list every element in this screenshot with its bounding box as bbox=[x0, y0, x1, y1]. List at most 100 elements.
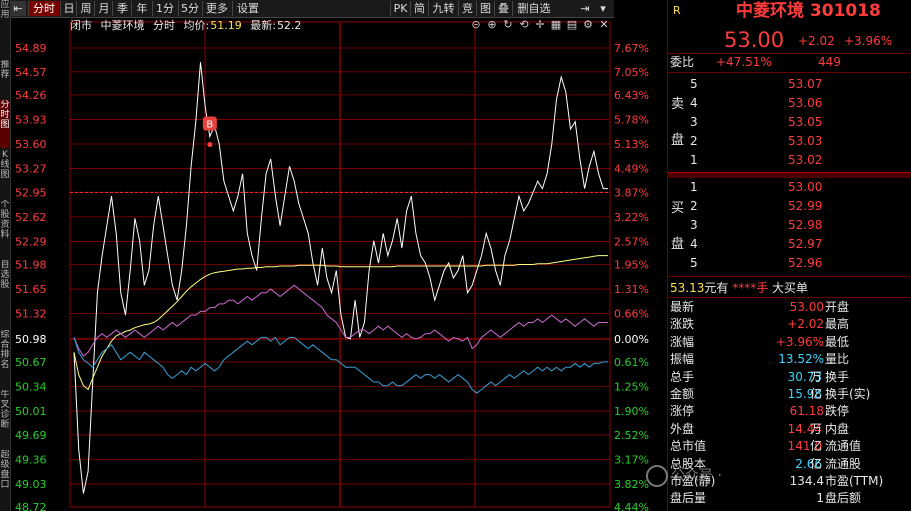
toggle-icon[interactable]: ⊝ bbox=[470, 19, 482, 31]
stat-label-right: 最低 bbox=[825, 334, 850, 349]
big-order-unit: 元有 bbox=[704, 281, 729, 295]
sell-levels-price[interactable]: 53.07 bbox=[788, 75, 822, 93]
zoom-in-icon[interactable]: ⊕ bbox=[486, 19, 498, 31]
market-flag: R bbox=[673, 4, 681, 17]
period-tab-1[interactable]: 日 bbox=[60, 1, 77, 16]
buy-levels-price[interactable]: 52.98 bbox=[788, 216, 822, 234]
buy-marker-label: B bbox=[206, 120, 213, 131]
market-status: 闭市 bbox=[70, 19, 92, 32]
chart-info-bar: 闭市 中菱环境 分时 均价:51.19 最新:52.2 bbox=[70, 18, 306, 34]
y-tick-right: 3.82% bbox=[614, 478, 649, 491]
weibi-value: +47.51% bbox=[716, 55, 772, 69]
y-tick-left: 50.01 bbox=[15, 405, 47, 418]
sell-label-2: 盘 bbox=[671, 133, 685, 148]
y-tick-left: 53.60 bbox=[15, 138, 47, 151]
y-tick-left: 50.67 bbox=[15, 356, 47, 369]
sell-levels-price[interactable]: 53.05 bbox=[788, 113, 822, 131]
period-tab-9[interactable]: 设置 bbox=[232, 1, 263, 16]
period-tab-3[interactable]: 月 bbox=[94, 1, 113, 16]
crosshair-icon[interactable]: ✛ bbox=[534, 19, 546, 31]
tool-button-3[interactable]: 竞 bbox=[458, 1, 476, 16]
period-tab-6[interactable]: 1分 bbox=[152, 1, 177, 16]
tool-button-4[interactable]: 图 bbox=[476, 1, 494, 16]
sidebar-tab-7[interactable]: 牛叉诊断 bbox=[0, 390, 10, 448]
stat-unit: 万 bbox=[810, 369, 823, 384]
stat-label-right: 量比 bbox=[825, 352, 850, 367]
y-tick-left: 52.62 bbox=[15, 211, 47, 224]
last-page-icon[interactable]: ⇥ bbox=[576, 1, 594, 16]
weibi-label: 委比 bbox=[670, 55, 695, 69]
tool-button-6[interactable]: 删自选 bbox=[512, 1, 555, 16]
sell-levels-price[interactable]: 53.03 bbox=[788, 132, 822, 150]
layout-icon[interactable]: ▤ bbox=[566, 19, 578, 31]
tool-button-5[interactable]: 叠 bbox=[494, 1, 512, 16]
sell-levels-price[interactable]: 53.02 bbox=[788, 151, 822, 169]
sell-levels-num: 2 bbox=[690, 134, 698, 148]
quote-price: 53.00 bbox=[724, 28, 785, 52]
tool-button-0[interactable]: PK bbox=[390, 1, 410, 16]
y-tick-right: 0.66% bbox=[614, 308, 649, 321]
stat-label: 涨跌 bbox=[670, 317, 695, 332]
sidebar-tab-0[interactable]: 应用 bbox=[0, 0, 10, 58]
index-line-blue bbox=[73, 336, 608, 394]
vertical-tab-strip: 应用 推荐分时图 K线图个股资料自选股综合排名牛叉诊断超级盘口 bbox=[0, 0, 11, 511]
period-tab-8[interactable]: 更多 bbox=[202, 1, 231, 16]
period-tab-0[interactable]: 分时 bbox=[28, 1, 59, 16]
y-tick-left: 49.36 bbox=[15, 453, 47, 466]
y-tick-right: 3.17% bbox=[614, 453, 649, 466]
settings-icon[interactable]: ⚙ bbox=[582, 19, 594, 31]
quote-change: +2.02 bbox=[798, 34, 835, 48]
grid-icon[interactable]: ▦ bbox=[550, 19, 562, 31]
stat-value: 134.4 bbox=[789, 474, 824, 488]
period-tab-7[interactable]: 5分 bbox=[178, 1, 201, 16]
big-order-qty: ****手 bbox=[732, 281, 769, 295]
period-tab-4[interactable]: 季 bbox=[112, 1, 132, 16]
back-arrow-icon[interactable]: ⇤ bbox=[10, 1, 26, 16]
sell-levels-num: 3 bbox=[690, 115, 698, 129]
sidebar-tab-2[interactable]: 分时图 bbox=[0, 100, 10, 148]
y-tick-left: 49.69 bbox=[15, 429, 47, 442]
tool-button-1[interactable]: 简 bbox=[410, 1, 428, 16]
y-tick-left: 50.34 bbox=[15, 380, 47, 393]
buy-levels-price[interactable]: 52.99 bbox=[788, 197, 822, 215]
wechat-icon bbox=[646, 465, 668, 487]
period-tab-5[interactable]: 年 bbox=[131, 1, 152, 16]
y-tick-right: 4.44% bbox=[614, 501, 649, 511]
stat-value: +3.96% bbox=[775, 334, 824, 349]
stat-value: 13.52% bbox=[778, 352, 824, 367]
y-tick-right: 1.31% bbox=[614, 283, 649, 296]
sidebar-tab-3[interactable]: K线图 bbox=[0, 150, 10, 198]
stat-label-right: 跌停 bbox=[825, 404, 850, 419]
tool-button-2[interactable]: 九转 bbox=[428, 1, 458, 16]
dropdown-icon[interactable]: ▾ bbox=[595, 1, 611, 16]
stat-label: 涨幅 bbox=[670, 334, 695, 349]
buy-levels-num: 1 bbox=[690, 180, 698, 194]
close-icon[interactable]: ✕ bbox=[598, 19, 610, 31]
sidebar-tab-4[interactable]: 个股资料 bbox=[0, 200, 10, 258]
sell-levels-num: 5 bbox=[690, 77, 698, 91]
stat-value: +2.02 bbox=[787, 317, 824, 332]
stat-value: 61.18 bbox=[789, 404, 824, 419]
sync-icon[interactable]: ⟲ bbox=[518, 19, 530, 31]
sidebar-tab-1[interactable]: 推荐 bbox=[0, 60, 10, 98]
sidebar-tab-5[interactable]: 自选股 bbox=[0, 260, 10, 328]
sidebar-tab-6[interactable]: 综合排名 bbox=[0, 330, 10, 388]
big-order-price: 53.13 bbox=[670, 281, 705, 295]
quote-panel: R 中菱环境 301018 53.00 +2.02 +3.96% 委比 +47.… bbox=[646, 0, 911, 511]
y-tick-right: 3.87% bbox=[614, 186, 649, 199]
buy-levels-price[interactable]: 52.97 bbox=[788, 235, 822, 253]
marker-dot bbox=[207, 142, 213, 148]
refresh-icon[interactable]: ↻ bbox=[502, 19, 514, 31]
y-tick-right: 0.00% bbox=[614, 333, 649, 346]
y-tick-right: 1.95% bbox=[614, 259, 649, 272]
y-tick-left: 51.65 bbox=[15, 283, 47, 296]
weicha-value: 449 bbox=[818, 55, 841, 69]
buy-levels-price[interactable]: 53.00 bbox=[788, 178, 822, 196]
buy-levels-price[interactable]: 52.96 bbox=[788, 254, 822, 272]
chart-mode: 分时 bbox=[153, 19, 175, 32]
period-tab-2[interactable]: 周 bbox=[76, 1, 95, 16]
y-tick-left: 50.98 bbox=[15, 333, 47, 346]
sell-levels-price[interactable]: 53.06 bbox=[788, 94, 822, 112]
intraday-chart[interactable]: 54.89 7.67% 54.57 7.05% 54.26 6.43% 53.93 5.78%… bbox=[12, 18, 667, 511]
sidebar-tab-8[interactable]: 超级盘口 bbox=[0, 450, 10, 511]
